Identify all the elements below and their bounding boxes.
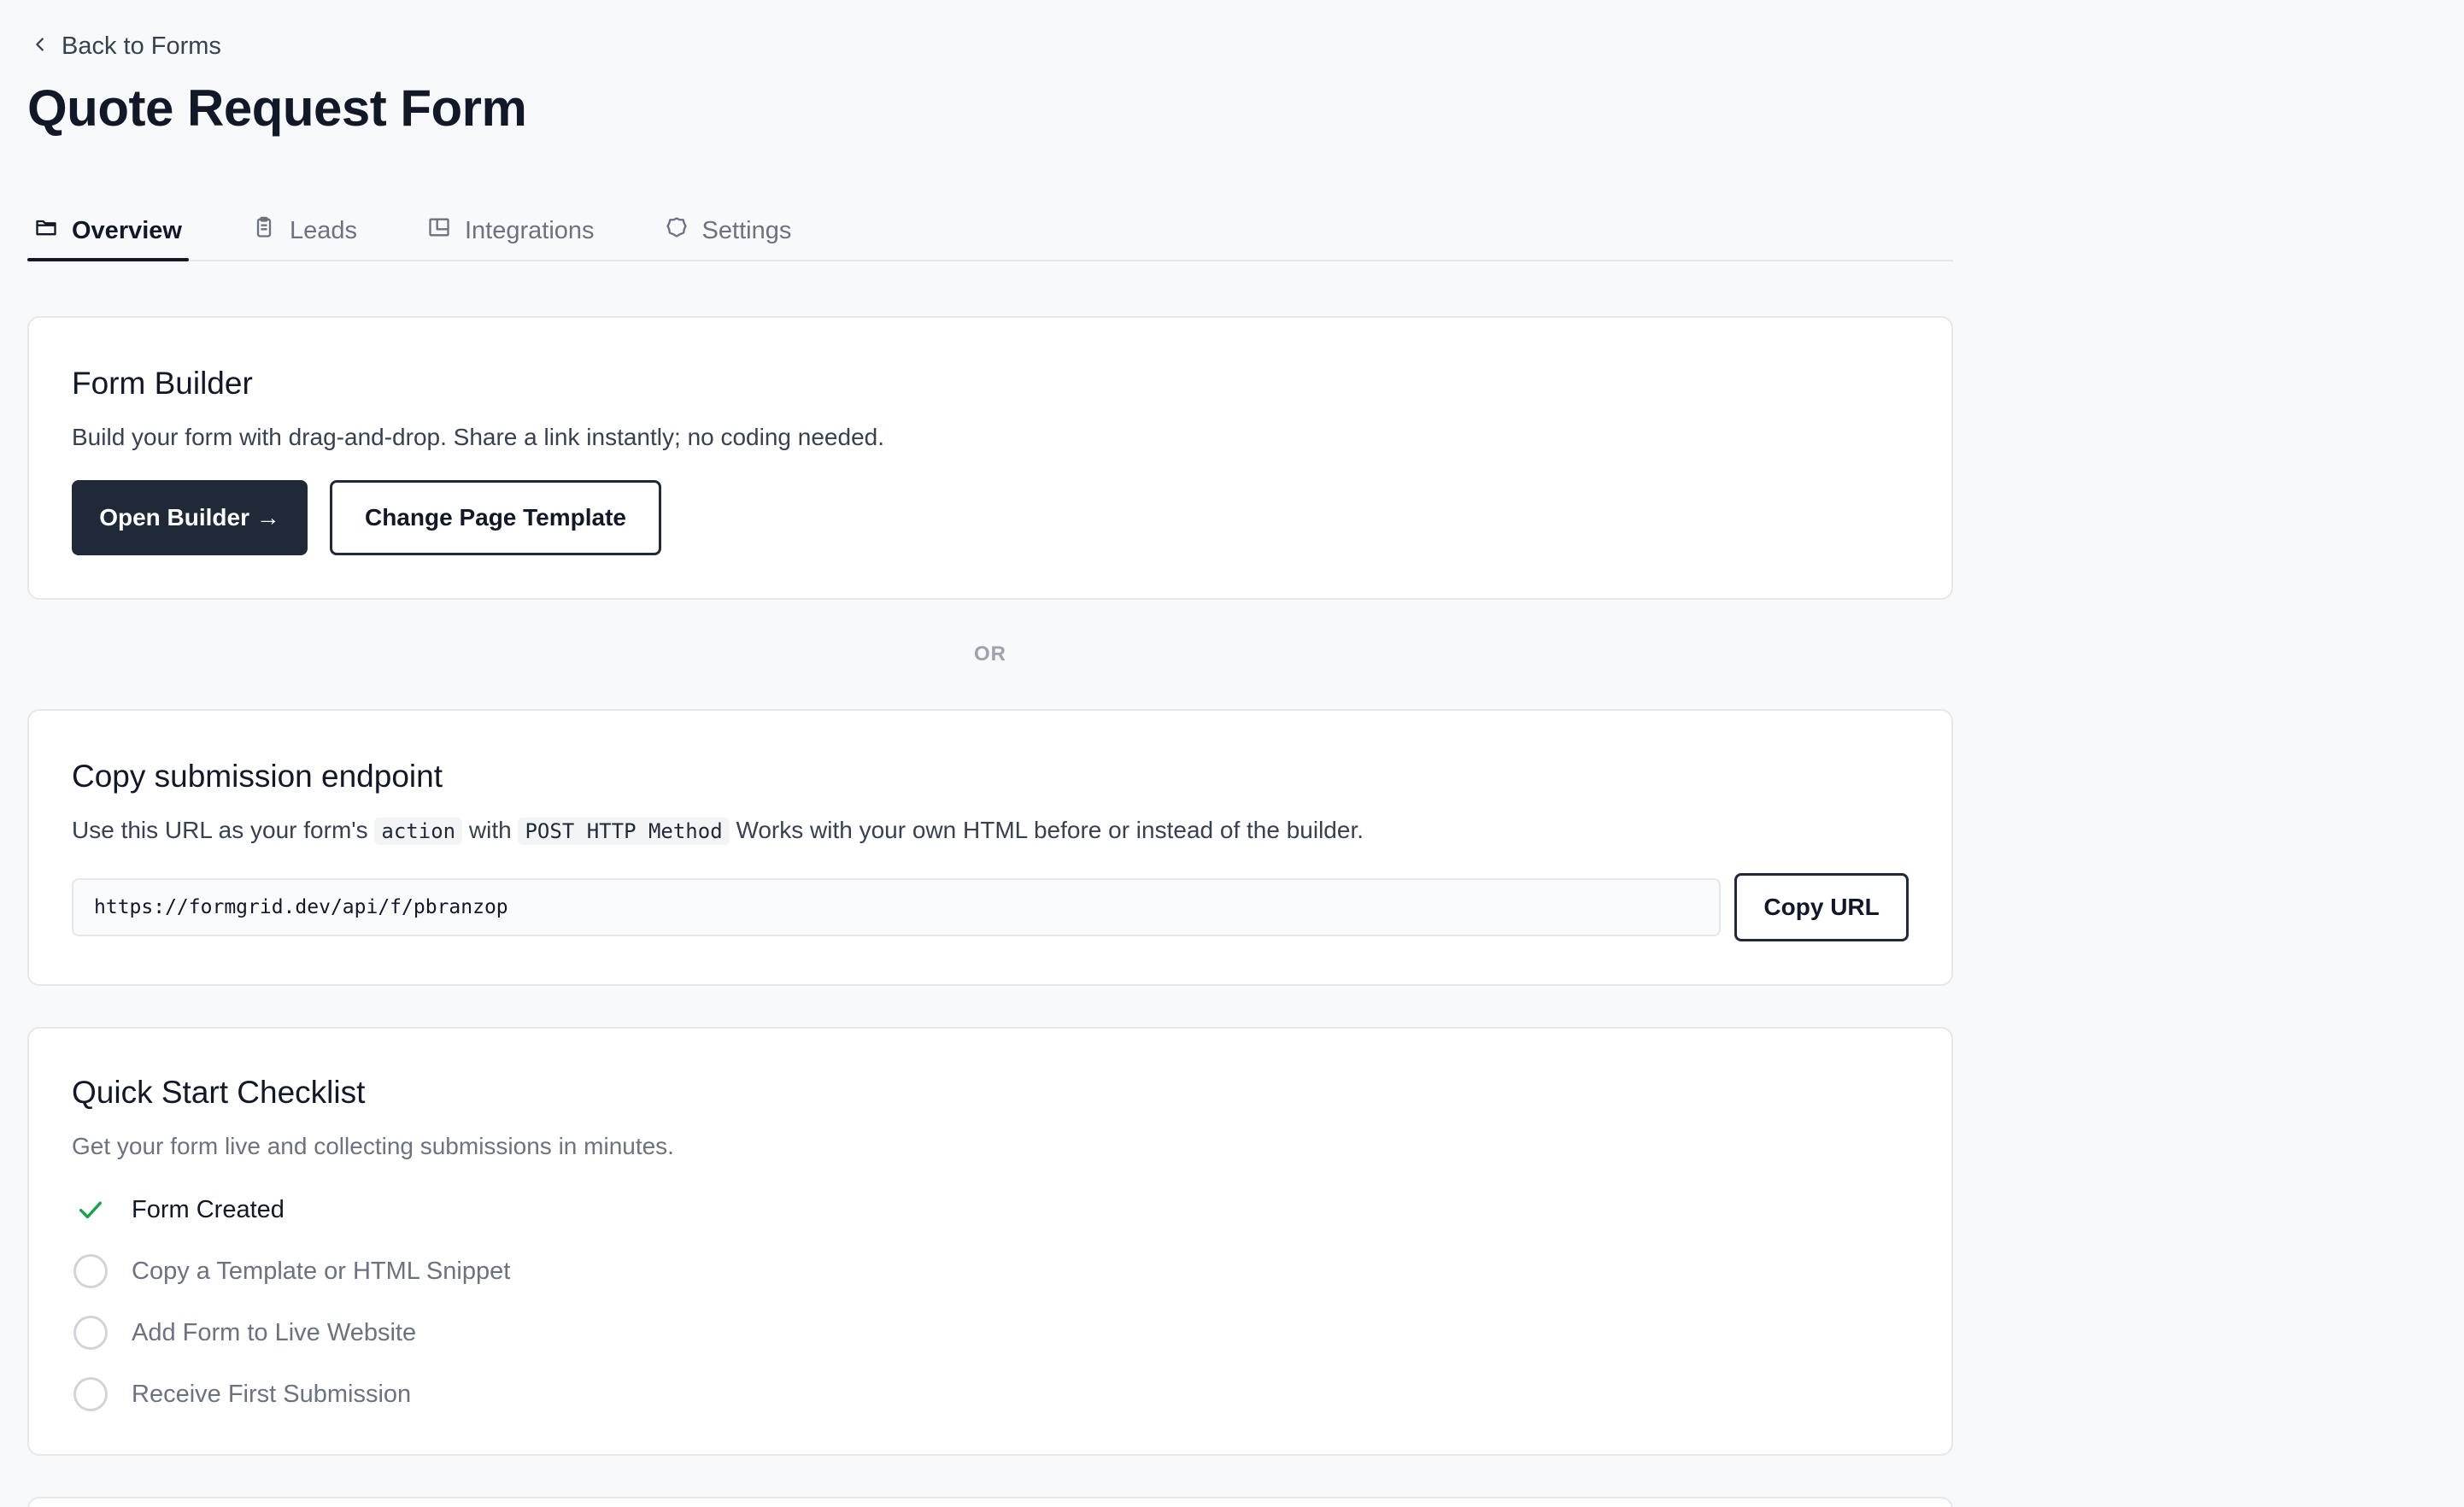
form-builder-card: Form Builder Build your form with drag-a…: [27, 316, 1953, 600]
endpoint-desc-part3: Works with your own HTML before or inste…: [736, 817, 1364, 843]
quick-start-checklist-card: Quick Start Checklist Get your form live…: [27, 1027, 1953, 1456]
or-separator: OR: [974, 642, 1006, 666]
tab-integrations[interactable]: Integrations: [420, 202, 601, 260]
tab-leads-label: Leads: [289, 216, 357, 244]
endpoint-description: Use this URL as your form's action with …: [72, 815, 1909, 846]
tab-settings-label: Settings: [701, 216, 792, 244]
endpoint-desc-part2: with: [468, 817, 512, 843]
form-builder-title: Form Builder: [72, 366, 253, 401]
back-link-label: Back to Forms: [62, 32, 221, 60]
checklist-item[interactable]: Copy a Template or HTML Snippet: [72, 1240, 1909, 1302]
page: Back to Forms Quote Request Form Overvie…: [0, 0, 2464, 1507]
checklist-item-label: Copy a Template or HTML Snippet: [132, 1257, 511, 1285]
tab-bar: Overview Leads Integrations Settings: [27, 202, 1953, 261]
page-title: Quote Request Form: [27, 79, 527, 137]
endpoint-desc-part1: Use this URL as your form's: [72, 817, 368, 843]
endpoint-url-field[interactable]: https://formgrid.dev/api/f/pbranzop: [72, 878, 1722, 937]
open-builder-button[interactable]: Open Builder →: [72, 480, 308, 556]
form-builder-description: Build your form with drag-and-drop. Shar…: [72, 424, 884, 450]
checklist-title: Quick Start Checklist: [72, 1075, 366, 1110]
checklist-item: Form Created: [72, 1179, 1909, 1240]
submission-endpoint-card: Copy submission endpoint Use this URL as…: [27, 709, 1953, 986]
integrations-icon: [427, 215, 451, 246]
checklist-item-label: Form Created: [132, 1195, 285, 1223]
gear-icon: [665, 215, 689, 246]
empty-circle-icon: [72, 1375, 109, 1413]
tab-integrations-label: Integrations: [465, 216, 595, 244]
checklist-item[interactable]: Receive First Submission: [72, 1363, 1909, 1425]
endpoint-title: Copy submission endpoint: [72, 759, 443, 794]
change-template-button[interactable]: Change Page Template: [330, 480, 661, 556]
chevron-left-icon: [31, 32, 50, 61]
folder-icon: [34, 215, 58, 246]
tab-settings[interactable]: Settings: [658, 202, 799, 260]
next-card: [27, 1497, 1953, 1507]
action-code: action: [374, 818, 463, 845]
tab-leads[interactable]: Leads: [245, 202, 364, 260]
back-to-forms-link[interactable]: Back to Forms: [31, 32, 221, 61]
empty-circle-icon: [72, 1314, 109, 1352]
checklist-items: Form Created Copy a Template or HTML Sni…: [72, 1179, 1909, 1425]
tab-overview[interactable]: Overview: [27, 202, 189, 261]
method-code: POST HTTP Method: [518, 818, 730, 845]
checkmark-icon: [72, 1191, 109, 1228]
checklist-description: Get your form live and collecting submis…: [72, 1133, 674, 1159]
checklist-item-label: Receive First Submission: [132, 1380, 412, 1408]
copy-url-button[interactable]: Copy URL: [1734, 873, 1909, 942]
checklist-item-label: Add Form to Live Website: [132, 1318, 417, 1346]
checklist-item[interactable]: Add Form to Live Website: [72, 1302, 1909, 1363]
endpoint-url-row: https://formgrid.dev/api/f/pbranzop Copy…: [72, 873, 1909, 942]
form-builder-actions: Open Builder → Change Page Template: [72, 480, 1909, 556]
empty-circle-icon: [72, 1252, 109, 1290]
tab-overview-label: Overview: [72, 216, 182, 244]
clipboard-icon: [252, 215, 276, 246]
